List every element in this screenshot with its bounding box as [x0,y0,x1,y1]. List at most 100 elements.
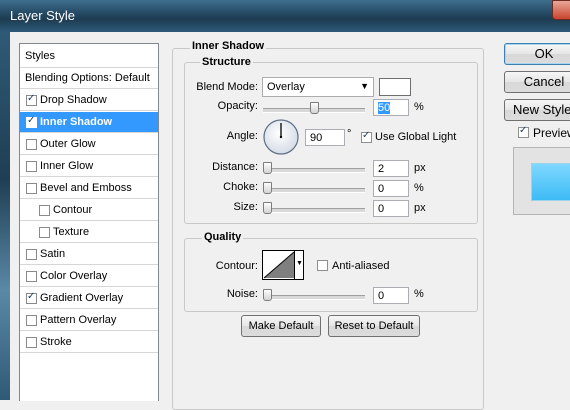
style-item-label: Gradient Overlay [40,292,124,304]
choke-slider-track[interactable] [263,188,365,193]
window-title: Layer Style [10,8,76,23]
window-frame [0,32,10,400]
anti-aliased-label: Anti-aliased [332,260,390,272]
style-item[interactable]: Pattern Overlay [20,310,158,331]
style-item-label: Bevel and Emboss [40,182,132,194]
noise-slider-track[interactable] [263,295,365,300]
style-item-checkbox[interactable] [26,337,37,348]
style-item[interactable]: Blending Options: Default [20,68,158,89]
style-item[interactable]: Outer Glow [20,134,158,155]
style-item-label: Inner Shadow [40,116,113,128]
noise-label: Noise: [226,288,258,300]
noise-value: 0 [378,290,385,302]
cancel-button[interactable]: Cancel [504,71,570,93]
style-item-checkbox[interactable] [26,249,37,260]
size-slider-handle[interactable] [263,202,272,214]
style-item-label: Color Overlay [40,270,108,282]
distance-value: 2 [378,163,385,175]
styles-list: Styles Blending Options: Default Drop Sha… [19,43,159,401]
preview-swatch [531,163,570,201]
quality-title: Quality [202,231,244,243]
noise-input[interactable]: 0 [373,287,409,304]
title-bar[interactable]: Layer Style [0,0,570,32]
contour-dropdown-icon[interactable]: ▼ [296,260,303,267]
style-item-label: Blending Options: Default [25,72,150,84]
size-label: Size: [233,201,258,213]
style-item[interactable]: Color Overlay [20,266,158,287]
use-global-light-label: Use Global Light [375,131,457,143]
opacity-value: 50 [378,102,391,114]
structure-title: Structure [200,56,253,68]
style-item-label: Inner Glow [40,160,94,172]
style-item[interactable]: Bevel and Emboss [20,178,158,199]
use-global-light-checkbox[interactable] [361,130,372,143]
preview-box [513,147,570,215]
angle-label: Angle: [226,130,258,142]
distance-slider-handle[interactable] [263,162,272,174]
choke-value: 0 [378,183,385,195]
opacity-label: Opacity: [217,100,258,112]
contour-picker[interactable]: ▼ [262,250,304,280]
style-item-checkbox[interactable] [26,139,37,150]
contour-label: Contour: [215,260,258,272]
style-item-checkbox[interactable] [26,271,37,282]
style-item-label: Stroke [40,336,72,348]
style-item-label: Texture [53,226,90,238]
distance-input[interactable]: 2 [373,160,409,177]
style-item[interactable]: Gradient Overlay [20,288,158,309]
style-item-checkbox[interactable] [39,227,50,238]
style-item[interactable]: Drop Shadow [20,90,158,111]
new-style-button[interactable]: New Style... [504,99,570,121]
style-item-checkbox[interactable] [26,93,37,106]
noise-unit: % [414,288,424,300]
angle-dial[interactable] [262,118,300,156]
reset-to-default-button[interactable]: Reset to Default [328,315,420,337]
preview-checkbox[interactable] [518,125,529,138]
style-item[interactable]: Stroke [20,332,158,353]
ok-button[interactable]: OK [504,43,570,65]
blend-mode-label: Blend Mode: [196,81,258,93]
style-item-checkbox[interactable] [26,291,37,304]
chevron-down-icon: ▼ [360,81,369,91]
close-button[interactable] [552,0,570,20]
preview-label: Preview [533,126,570,140]
style-item-checkbox[interactable] [26,161,37,172]
distance-unit: px [414,162,426,174]
angle-input[interactable]: 90 [305,129,345,146]
style-item-label: Drop Shadow [40,94,107,106]
style-item[interactable]: Inner Shadow [20,112,158,133]
style-item-checkbox[interactable] [26,115,37,128]
size-input[interactable]: 0 [373,200,409,217]
size-value: 0 [378,203,385,215]
style-item-label: Pattern Overlay [40,314,117,326]
style-item-checkbox[interactable] [26,183,37,194]
style-item[interactable]: Texture [20,222,158,243]
choke-input[interactable]: 0 [373,180,409,197]
style-item-label: Satin [40,248,66,260]
choke-slider-handle[interactable] [263,182,272,194]
style-item-label: Contour [53,204,93,216]
distance-slider-track[interactable] [263,168,365,173]
style-item[interactable]: Inner Glow [20,156,158,177]
angle-value: 90 [310,132,323,144]
size-slider-track[interactable] [263,208,365,213]
style-item-checkbox[interactable] [26,315,37,326]
blend-mode-select[interactable]: Overlay ▼ [262,77,374,97]
blend-color-swatch[interactable] [379,78,411,96]
choke-unit: % [414,182,424,194]
distance-label: Distance: [212,161,258,173]
style-item[interactable]: Satin [20,244,158,265]
quality-group [184,238,478,312]
style-item[interactable]: Contour [20,200,158,221]
style-item-checkbox[interactable] [39,205,50,216]
noise-slider-handle[interactable] [263,289,272,301]
opacity-input[interactable]: 50 [373,99,409,116]
opacity-unit: % [414,101,424,113]
styles-header-label: Styles [25,50,55,62]
size-unit: px [414,202,426,214]
styles-header[interactable]: Styles [20,44,158,68]
opacity-slider-handle[interactable] [310,102,319,114]
contour-divider [294,251,295,279]
anti-aliased-checkbox[interactable] [317,260,328,271]
make-default-button[interactable]: Make Default [241,315,321,337]
